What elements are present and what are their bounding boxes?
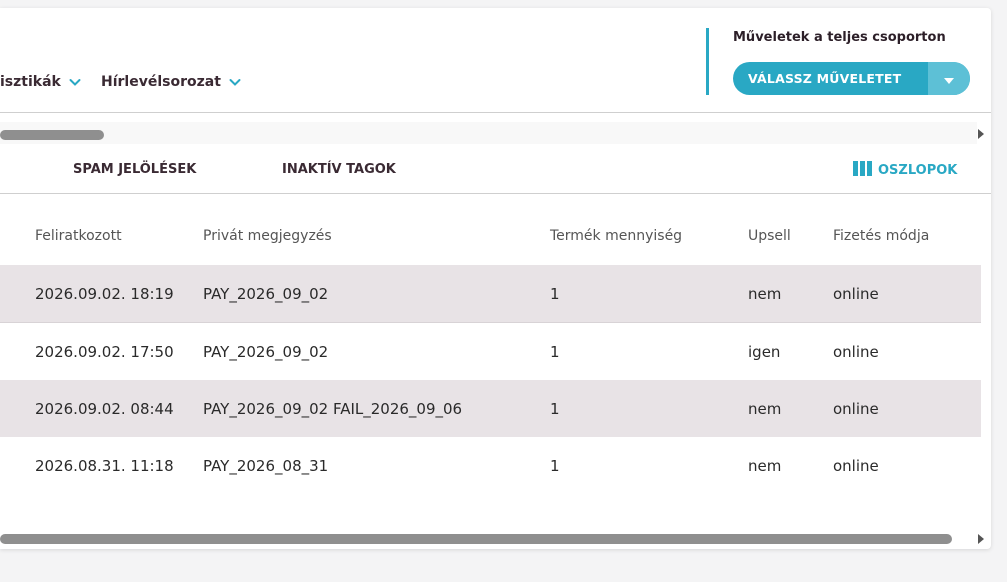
- cell-subscribed: 2026.09.02. 18:19: [35, 285, 174, 303]
- columns-button[interactable]: OSZLOPOK: [853, 161, 957, 180]
- menu-statistics[interactable]: isztikák: [0, 74, 81, 90]
- chevron-down-icon: [229, 76, 241, 88]
- menu-newsletter-series[interactable]: Hírlevélsorozat: [101, 74, 241, 90]
- choose-action-button[interactable]: VÁLASSZ MŰVELETET: [733, 62, 970, 95]
- cell-payment-method: online: [833, 285, 879, 303]
- tab-inactive-members[interactable]: INAKTÍV TAGOK: [282, 162, 396, 177]
- scroll-right-arrow-icon[interactable]: [978, 129, 984, 139]
- caret-down-icon: [944, 69, 954, 88]
- group-actions-accent-bar: [706, 28, 709, 95]
- menu-newsletter-series-label: Hírlevélsorozat: [101, 74, 221, 90]
- menu-statistics-label: isztikák: [0, 74, 61, 90]
- cell-payment-method: online: [833, 457, 879, 475]
- column-header-subscribed[interactable]: Feliratkozott: [35, 228, 122, 244]
- column-header-upsell[interactable]: Upsell: [748, 228, 791, 244]
- top-scrollbar-track[interactable]: [0, 122, 977, 144]
- cell-subscribed: 2026.09.02. 17:50: [35, 343, 174, 361]
- cell-upsell: nem: [748, 457, 782, 475]
- tabs-divider: [0, 193, 991, 194]
- table-row[interactable]: 2026.09.02. 18:19 PAY_2026_09_02 1 nem o…: [0, 265, 981, 323]
- top-scrollbar-thumb[interactable]: [0, 130, 104, 140]
- cell-product-quantity: 1: [550, 343, 560, 361]
- cell-subscribed: 2026.09.02. 08:44: [35, 400, 174, 418]
- column-header-product-quantity[interactable]: Termék mennyiség: [550, 228, 682, 244]
- main-panel: isztikák Hírlevélsorozat Műveletek a tel…: [0, 8, 991, 549]
- bottom-scrollbar-thumb[interactable]: [0, 534, 952, 544]
- column-header-payment-method[interactable]: Fizetés módja: [833, 228, 929, 244]
- cell-private-note: PAY_2026_09_02: [203, 285, 329, 303]
- cell-subscribed: 2026.08.31. 11:18: [35, 457, 174, 475]
- cell-upsell: nem: [748, 285, 782, 303]
- cell-private-note: PAY_2026_08_31: [203, 457, 329, 475]
- table-row[interactable]: 2026.09.02. 08:44 PAY_2026_09_02 FAIL_20…: [0, 380, 981, 438]
- cell-payment-method: online: [833, 400, 879, 418]
- cell-payment-method: online: [833, 343, 879, 361]
- scroll-right-arrow-icon[interactable]: [978, 534, 984, 544]
- tab-spam-reports[interactable]: SPAM JELÖLÉSEK: [73, 162, 196, 177]
- group-actions-label: Műveletek a teljes csoporton: [733, 30, 946, 45]
- choose-action-label[interactable]: VÁLASSZ MŰVELETET: [733, 62, 928, 95]
- columns-icon: [853, 161, 873, 180]
- cell-upsell: nem: [748, 400, 782, 418]
- cell-product-quantity: 1: [550, 457, 560, 475]
- table-row[interactable]: 2026.09.02. 17:50 PAY_2026_09_02 1 igen …: [0, 323, 981, 381]
- cell-private-note: PAY_2026_09_02: [203, 343, 329, 361]
- cell-upsell: igen: [748, 343, 781, 361]
- choose-action-dropdown-toggle[interactable]: [928, 62, 970, 95]
- columns-button-label: OSZLOPOK: [878, 163, 958, 178]
- cell-product-quantity: 1: [550, 285, 560, 303]
- column-header-private-note[interactable]: Privát megjegyzés: [203, 228, 332, 244]
- cell-private-note: PAY_2026_09_02 FAIL_2026_09_06: [203, 400, 463, 418]
- table-row[interactable]: 2026.08.31. 11:18 PAY_2026_08_31 1 nem o…: [0, 437, 981, 494]
- menu-divider: [0, 112, 991, 113]
- cell-product-quantity: 1: [550, 400, 560, 418]
- chevron-down-icon: [69, 76, 81, 88]
